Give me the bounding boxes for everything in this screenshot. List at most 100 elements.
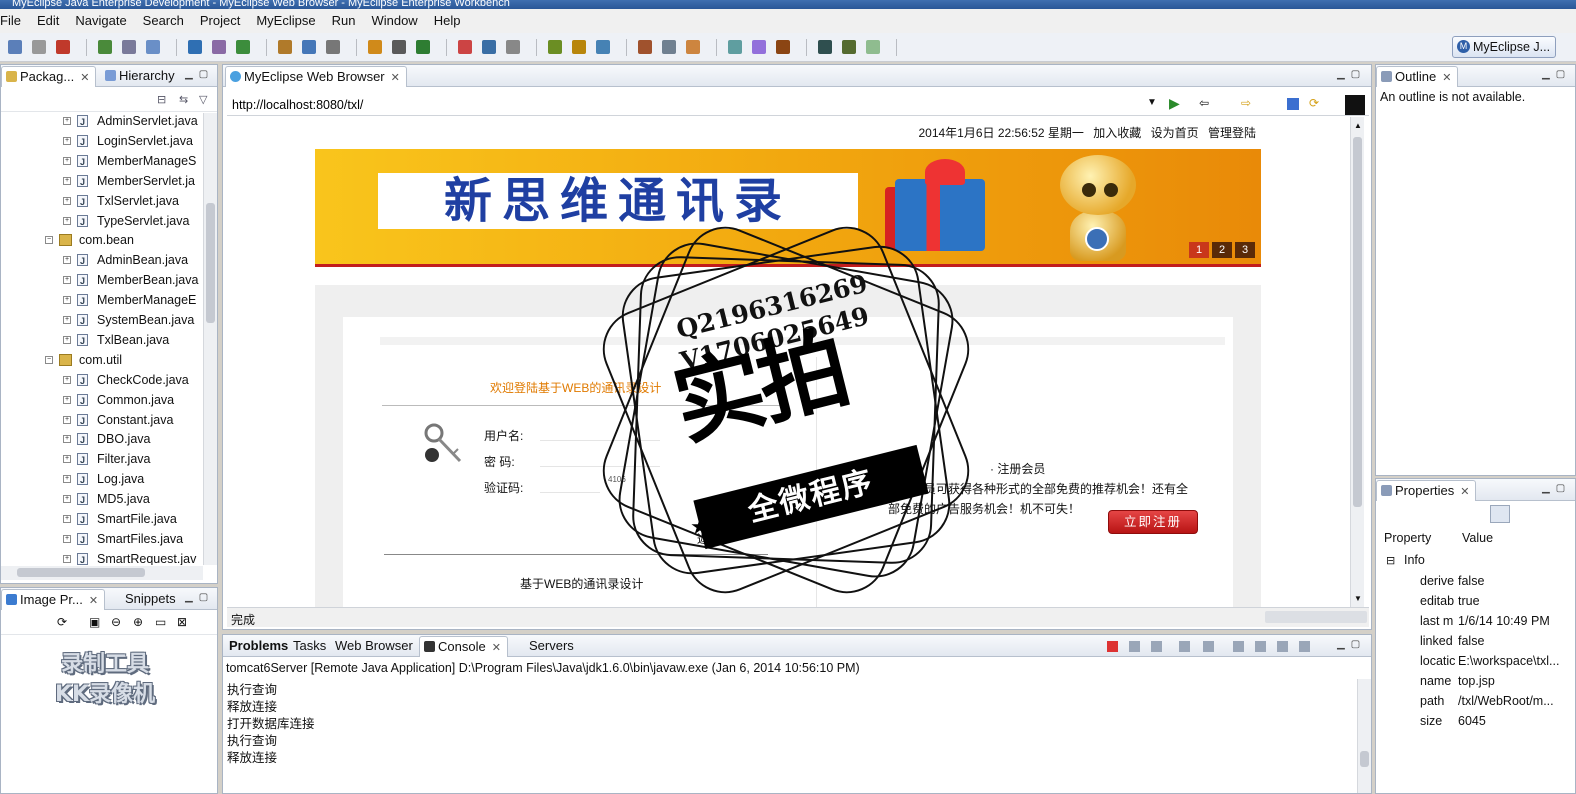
password-input[interactable]: [540, 451, 660, 467]
toolbar-tool-icon[interactable]: [728, 40, 742, 54]
tab-servers[interactable]: Servers: [525, 636, 580, 657]
menu-file[interactable]: File: [0, 9, 29, 33]
username-input[interactable]: [540, 425, 660, 441]
expand-icon[interactable]: +: [63, 554, 71, 563]
link-admin-login[interactable]: 管理登陆: [1208, 126, 1256, 140]
tree-hscroll-thumb[interactable]: [17, 568, 145, 577]
close-icon[interactable]: ✕: [80, 68, 89, 88]
toolbar-tool-icon[interactable]: [56, 40, 70, 54]
property-row[interactable]: size 6045: [1376, 711, 1572, 731]
toolbar-tool-icon[interactable]: [392, 40, 406, 54]
property-group-info[interactable]: Info: [1404, 553, 1425, 567]
stop-icon[interactable]: [1287, 98, 1299, 110]
console-vertical-scrollbar[interactable]: [1357, 679, 1371, 793]
toolbar-tool-icon[interactable]: [416, 40, 430, 54]
collapse-all-icon[interactable]: ⊟: [157, 93, 166, 106]
menu-navigate[interactable]: Navigate: [67, 9, 134, 33]
toolbar-tool-icon[interactable]: [866, 40, 880, 54]
tab-package-explorer[interactable]: Packag... ✕: [1, 66, 97, 88]
close-icon[interactable]: ✕: [1442, 68, 1451, 88]
banner-page-1[interactable]: 1: [1189, 242, 1209, 258]
expand-icon[interactable]: +: [63, 216, 71, 225]
toolbar-tool-icon[interactable]: [188, 40, 202, 54]
expand-icon[interactable]: +: [63, 276, 71, 285]
view-menu-icon[interactable]: ▽: [199, 93, 207, 106]
link-set-homepage[interactable]: 设为首页: [1151, 126, 1199, 140]
toolbar-tool-icon[interactable]: [818, 40, 832, 54]
crop-icon[interactable]: ⊠: [177, 615, 187, 629]
tab-console[interactable]: Console ✕: [419, 636, 508, 657]
minimize-maximize-icons[interactable]: ▁▢: [1337, 69, 1366, 80]
expand-icon[interactable]: +: [63, 534, 71, 543]
expand-icon[interactable]: +: [63, 256, 71, 265]
toolbar-tool-icon[interactable]: [596, 40, 610, 54]
expand-icon[interactable]: +: [63, 335, 71, 344]
perspective-button[interactable]: M MyEclipse J...: [1452, 36, 1556, 58]
toolbar-tool-icon[interactable]: [98, 40, 112, 54]
expand-icon[interactable]: +: [63, 156, 71, 165]
tab-properties[interactable]: Properties ✕: [1376, 480, 1477, 501]
property-row[interactable]: name top.jsp: [1376, 671, 1572, 691]
tab-web-browser[interactable]: MyEclipse Web Browser ✕: [225, 66, 407, 87]
console-tool-icon[interactable]: [1203, 641, 1214, 652]
toolbar-tool-icon[interactable]: [752, 40, 766, 54]
console-tool-icon[interactable]: [1151, 641, 1162, 652]
minimize-maximize-icons[interactable]: ▁▢: [185, 69, 214, 80]
terminate-icon[interactable]: [1107, 641, 1118, 652]
toolbar-tool-icon[interactable]: [548, 40, 562, 54]
toolbar-tool-icon[interactable]: [506, 40, 520, 54]
expand-icon[interactable]: +: [63, 176, 71, 185]
expand-icon[interactable]: +: [63, 515, 71, 523]
menu-myeclipse[interactable]: MyEclipse: [248, 9, 323, 33]
toolbar-tool-icon[interactable]: [212, 40, 226, 54]
toolbar-tool-icon[interactable]: [146, 40, 160, 54]
expand-icon[interactable]: +: [63, 395, 71, 404]
collapse-icon[interactable]: −: [45, 355, 53, 364]
chevron-down-icon[interactable]: ▼: [1147, 97, 1157, 108]
expand-icon[interactable]: +: [63, 475, 71, 484]
value-column-header[interactable]: Value: [1462, 531, 1493, 545]
refresh-icon[interactable]: ⟳: [57, 615, 67, 629]
minimize-maximize-icons[interactable]: ▁▢: [185, 592, 214, 603]
link-editor-icon[interactable]: ⇆: [179, 93, 188, 106]
banner-page-3[interactable]: 3: [1235, 242, 1255, 258]
register-button[interactable]: 立即注册: [1108, 510, 1198, 534]
expand-icon[interactable]: +: [63, 316, 71, 324]
tab-snippets[interactable]: Snippets: [107, 589, 182, 610]
expand-icon[interactable]: +: [63, 375, 71, 384]
back-icon[interactable]: ⇦: [1199, 96, 1209, 110]
toolbar-tool-icon[interactable]: [278, 40, 292, 54]
back-link[interactable]: 返回: [697, 530, 721, 547]
toolbar-tool-icon[interactable]: [458, 40, 472, 54]
menu-search[interactable]: Search: [135, 9, 192, 33]
toolbar-tool-icon[interactable]: [662, 40, 676, 54]
property-row[interactable]: derive false: [1376, 571, 1572, 591]
expand-icon[interactable]: +: [63, 415, 71, 424]
console-tool-icon[interactable]: [1255, 641, 1266, 652]
browser-menu-icon[interactable]: [1345, 95, 1365, 115]
console-tool-icon[interactable]: [1277, 641, 1288, 652]
toolbar-tool-icon[interactable]: [122, 40, 136, 54]
expand-icon[interactable]: +: [63, 136, 71, 145]
collapse-icon[interactable]: −: [45, 236, 53, 245]
zoom-out-icon[interactable]: ⊖: [111, 615, 121, 629]
property-row[interactable]: last m 1/6/14 10:49 PM: [1376, 611, 1572, 631]
fit-icon[interactable]: ▣: [89, 615, 100, 629]
banner-page-2[interactable]: 2: [1212, 242, 1232, 258]
property-column-header[interactable]: Property: [1384, 531, 1431, 545]
toolbar-tool-icon[interactable]: [8, 40, 22, 54]
menu-run[interactable]: Run: [324, 9, 364, 33]
tree-horizontal-scrollbar[interactable]: [1, 566, 203, 580]
toolbar-tool-icon[interactable]: [686, 40, 700, 54]
tab-tasks[interactable]: Tasks: [289, 636, 332, 657]
expand-icon[interactable]: +: [63, 495, 71, 504]
expand-icon[interactable]: +: [63, 296, 71, 305]
console-tool-icon[interactable]: [1179, 641, 1190, 652]
menu-edit[interactable]: Edit: [29, 9, 67, 33]
forward-icon[interactable]: ⇨: [1241, 96, 1251, 110]
tab-hierarchy[interactable]: Hierarchy: [101, 66, 181, 87]
register-title[interactable]: · 注册会员: [990, 460, 1045, 477]
menu-window[interactable]: Window: [363, 9, 425, 33]
scroll-up-icon[interactable]: ▲: [1354, 121, 1362, 130]
toolbar-tool-icon[interactable]: [776, 40, 790, 54]
